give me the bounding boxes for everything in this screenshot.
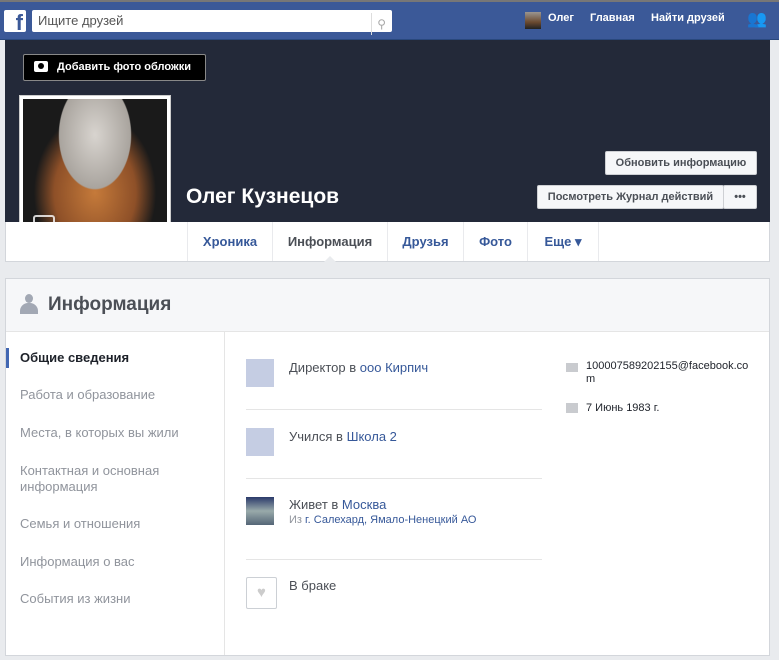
divider bbox=[246, 559, 542, 560]
sidebar-item-places[interactable]: Места, в которых вы жили bbox=[20, 425, 210, 441]
more-button[interactable]: ••• bbox=[723, 185, 757, 209]
work-link[interactable]: ооо Кирпич bbox=[360, 360, 428, 375]
activity-log-button[interactable]: Посмотреть Журнал действий bbox=[537, 185, 724, 209]
search-icon[interactable]: ⚲ bbox=[371, 13, 386, 35]
top-bar: f Ищите друзей ⚲ Олег Главная Найти друзе… bbox=[0, 0, 779, 40]
sidebar-item-family[interactable]: Семья и отношения bbox=[20, 516, 210, 532]
panel-title: Информация bbox=[48, 294, 172, 315]
friend-requests-icon[interactable]: 👥 bbox=[747, 9, 767, 29]
hometown-link[interactable]: г. Салехард, Ямало-Ненецкий АО bbox=[305, 514, 476, 526]
divider bbox=[246, 478, 542, 479]
button-label: Добавить фото обложки bbox=[57, 61, 191, 73]
heart-icon: ♥ bbox=[246, 577, 277, 609]
briefcase-icon bbox=[246, 359, 274, 387]
email-icon bbox=[566, 363, 578, 372]
divider bbox=[246, 409, 542, 410]
school-prefix: Учился в bbox=[289, 429, 347, 444]
tab-friends[interactable]: Друзья bbox=[387, 222, 463, 261]
sidebar-item-overview[interactable]: Общие сведения bbox=[6, 348, 210, 368]
tab-timeline[interactable]: Хроника bbox=[187, 222, 272, 261]
birthday-value: 7 Июнь 1983 г. bbox=[586, 402, 660, 414]
profile-name: Олег Кузнецов bbox=[186, 185, 340, 208]
sidebar-item-details[interactable]: Информация о вас bbox=[20, 554, 210, 570]
lives-prefix: Живет в bbox=[289, 497, 342, 512]
search-input[interactable]: Ищите друзей ⚲ bbox=[32, 10, 392, 35]
update-info-button[interactable]: Обновить информацию bbox=[605, 151, 757, 175]
sidebar-item-life-events[interactable]: События из жизни bbox=[20, 591, 210, 607]
relationship-status: В браке bbox=[289, 578, 337, 593]
work-prefix: Директор в bbox=[289, 360, 360, 375]
email-value: 100007589202155@facebook.com bbox=[586, 360, 749, 385]
sidebar-item-contact-info[interactable]: Контактная и основная информация bbox=[20, 463, 180, 495]
nav-profile[interactable]: Олег bbox=[548, 12, 574, 24]
tab-photos[interactable]: Фото bbox=[463, 222, 527, 261]
camera-icon bbox=[34, 61, 48, 72]
search-placeholder: Ищите друзей bbox=[38, 13, 124, 28]
about-panel: Информация Общие сведения Работа и образ… bbox=[5, 278, 770, 656]
school-link[interactable]: Школа 2 bbox=[347, 429, 397, 444]
avatar[interactable] bbox=[525, 12, 541, 29]
sidebar-item-work-education[interactable]: Работа и образование bbox=[20, 387, 210, 403]
nav-home[interactable]: Главная bbox=[590, 12, 635, 24]
tab-more[interactable]: Еще ▾ bbox=[527, 222, 599, 261]
tab-about[interactable]: Информация bbox=[272, 222, 387, 262]
add-cover-photo-button[interactable]: Добавить фото обложки bbox=[23, 54, 206, 81]
city-thumbnail[interactable] bbox=[246, 497, 274, 525]
profile-tabs: Хроника Информация Друзья Фото Еще ▾ bbox=[5, 222, 770, 262]
city-link[interactable]: Москва bbox=[342, 497, 386, 512]
graduation-icon bbox=[246, 428, 274, 456]
facebook-logo-icon[interactable]: f bbox=[4, 10, 26, 32]
about-sidebar: Общие сведения Работа и образование Мест… bbox=[6, 332, 225, 655]
nav-find-friends[interactable]: Найти друзей bbox=[651, 12, 725, 24]
birthday-cake-icon bbox=[566, 403, 578, 413]
person-icon bbox=[20, 294, 38, 314]
from-prefix: Из bbox=[289, 514, 306, 526]
